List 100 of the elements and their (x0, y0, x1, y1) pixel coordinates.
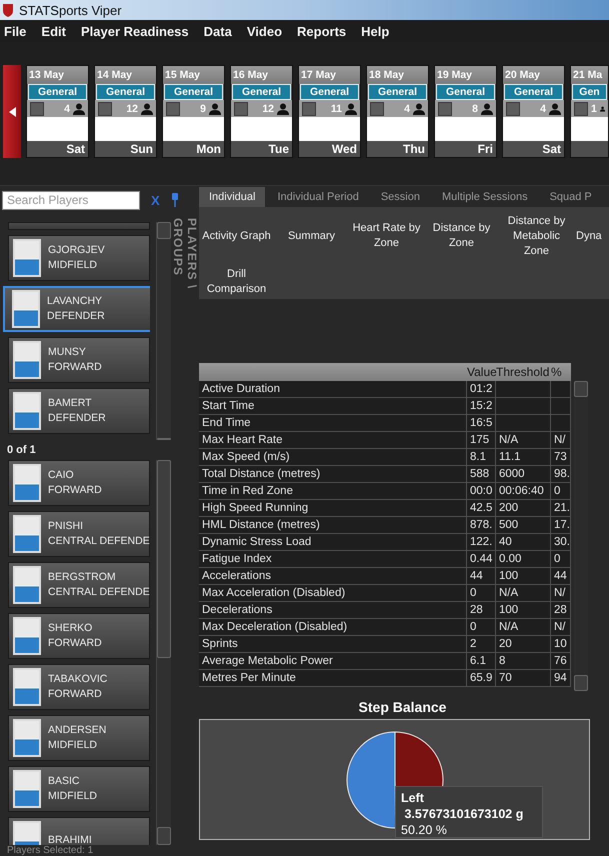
table-cell: 0 (551, 483, 571, 499)
checkbox[interactable] (166, 102, 180, 116)
checkbox[interactable] (302, 102, 316, 116)
player-card[interactable]: ANDERSEN MIDFIELD (8, 715, 150, 761)
scrollbar[interactable] (574, 381, 588, 691)
person-icon (141, 102, 153, 114)
player-card[interactable]: BASIC MIDFIELD (8, 766, 150, 812)
report-tab[interactable]: Distance by Metabolic Zone (499, 207, 574, 265)
report-tab[interactable]: Distance by Zone (424, 207, 499, 265)
table-cell: Metres Per Minute (199, 670, 467, 686)
session-label[interactable]: General (300, 84, 359, 100)
checkbox[interactable] (574, 102, 588, 116)
tab[interactable]: Session (370, 187, 430, 207)
session-label[interactable]: General (504, 84, 563, 100)
day-card[interactable]: 16 May General 12 Tue (230, 65, 293, 158)
player-name: LAVANCHY (47, 294, 104, 309)
day-card[interactable]: 20 May General 4 Sat (502, 65, 565, 158)
table-cell: 20 (496, 636, 551, 652)
column-header: % (551, 364, 563, 381)
status-text: Players Selected: 1 (6, 845, 94, 856)
table-cell: Sprints (199, 636, 467, 652)
player-card[interactable]: PNISHI CENTRAL DEFENDE (8, 511, 150, 557)
report-tab[interactable]: Heart Rate by Zone (349, 207, 424, 265)
player-card[interactable]: BERGSTROM CENTRAL DEFENDE (8, 562, 150, 608)
menu-item[interactable]: Help (361, 24, 390, 38)
report-tab[interactable]: Activity Graph (199, 207, 274, 265)
session-label[interactable]: General (164, 84, 223, 100)
day-notes-area (299, 117, 360, 141)
player-name: CAIO (48, 468, 75, 483)
table-cell: 6.1 (467, 653, 496, 669)
table-cell: 21. (551, 500, 571, 516)
checkbox[interactable] (30, 102, 44, 116)
table-cell: 10 (551, 636, 571, 652)
table-cell: 44 (467, 568, 496, 584)
tab[interactable]: Individual (199, 187, 266, 207)
table-cell: Average Metabolic Power (199, 653, 467, 669)
day-card[interactable]: 15 May General 9 Mon (162, 65, 225, 158)
day-card[interactable]: 14 May General 12 Sun (94, 65, 157, 158)
weekday: Sun (95, 141, 156, 157)
player-name: MUNSY (48, 345, 87, 360)
checkbox[interactable] (438, 102, 452, 116)
tab[interactable]: Individual Period (267, 187, 369, 207)
player-card[interactable]: GJORGJEV MIDFIELD (8, 235, 150, 281)
player-card[interactable]: BRAHIMI (8, 817, 150, 845)
day-notes-area (435, 117, 496, 141)
player-name: ANDERSEN (48, 723, 106, 738)
photo-placeholder (13, 617, 41, 655)
player-card[interactable]: MUNSY FORWARD (8, 337, 150, 383)
day-card[interactable]: 18 May General 4 Thu (366, 65, 429, 158)
player-card[interactable]: CAIO FORWARD (8, 460, 150, 506)
session-label[interactable]: General (368, 84, 427, 100)
scrollbar[interactable] (156, 460, 171, 845)
panel-label[interactable]: PLAYERS \ GROUPS (171, 218, 199, 348)
person-icon (345, 102, 357, 114)
pin-icon[interactable] (170, 193, 179, 207)
day-card[interactable]: 21 Ma Gen 1 (570, 65, 609, 158)
session-label[interactable]: General (28, 84, 87, 100)
menu-item[interactable]: Video (246, 24, 282, 38)
table-cell: 500 (496, 517, 551, 533)
table-cell: 30. (551, 534, 571, 550)
checkbox[interactable] (98, 102, 112, 116)
player-card[interactable]: TABAKOVIC FORWARD (8, 664, 150, 710)
session-label[interactable]: General (96, 84, 155, 100)
player-card[interactable]: LAVANCHY DEFENDER (3, 286, 150, 332)
session-label[interactable]: Gen (572, 84, 607, 100)
player-count: 4 (540, 102, 546, 114)
menu-item[interactable]: Data (204, 24, 232, 38)
day-card[interactable]: 13 May General 4 Sat (26, 65, 89, 158)
report-tab[interactable]: Drill Comparison (199, 265, 274, 299)
report-tab[interactable]: Summary (274, 207, 349, 265)
menu-item[interactable]: Edit (41, 24, 66, 38)
previous-button[interactable] (3, 65, 21, 158)
tab[interactable]: Squad P (540, 187, 602, 207)
tab[interactable]: Multiple Sessions (432, 187, 538, 207)
checkbox[interactable] (234, 102, 248, 116)
checkbox[interactable] (370, 102, 384, 116)
table-cell: 16:5 (467, 415, 496, 431)
scrollbar[interactable] (156, 222, 171, 440)
day-card[interactable]: 17 May General 11 Wed (298, 65, 361, 158)
session-label[interactable]: General (436, 84, 495, 100)
search-field[interactable]: Search Players (2, 190, 140, 210)
checkbox[interactable] (506, 102, 520, 116)
menu-item[interactable]: File (4, 24, 26, 38)
photo-placeholder (13, 392, 41, 430)
menu-item[interactable]: Reports (297, 24, 346, 38)
photo-placeholder (13, 719, 41, 757)
session-label[interactable]: General (232, 84, 291, 100)
player-card[interactable]: BAMERT DEFENDER (8, 388, 150, 434)
photo-placeholder (13, 464, 41, 502)
table-cell: 17. (551, 517, 571, 533)
table-cell: Max Speed (m/s) (199, 449, 467, 465)
day-card[interactable]: 19 May General 8 Fri (434, 65, 497, 158)
tooltip-percent: 50.20 % (401, 822, 448, 838)
player-name: BERGSTROM (48, 570, 117, 585)
table-cell: 0.00 (496, 551, 551, 567)
photo-placeholder (13, 341, 41, 379)
report-tab[interactable]: Dyna (574, 207, 609, 265)
table-cell: 76 (551, 653, 571, 669)
player-card[interactable]: SHERKO FORWARD (8, 613, 150, 659)
menu-item[interactable]: Player Readiness (80, 24, 189, 38)
